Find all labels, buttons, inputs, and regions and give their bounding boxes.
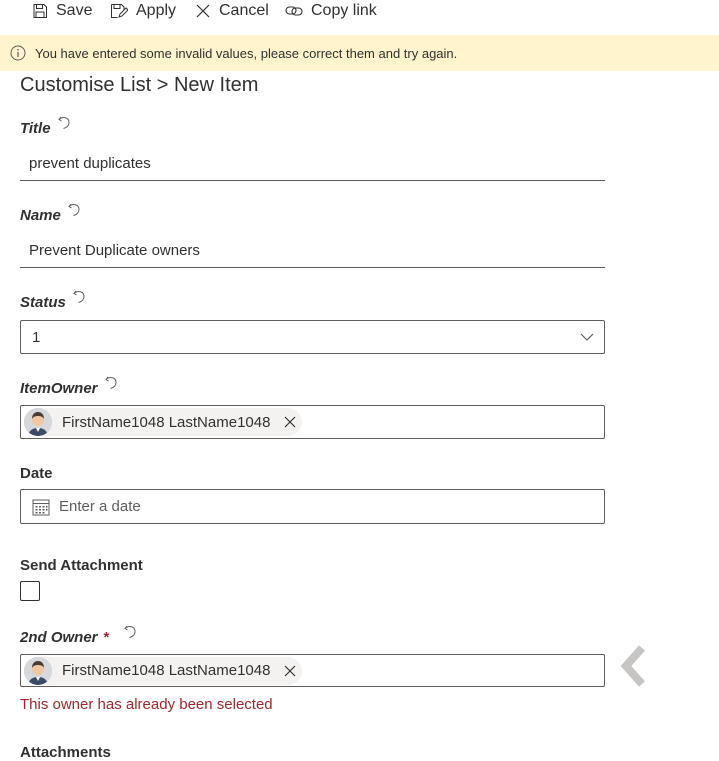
second-owner-name: FirstName1048 LastName1048 bbox=[62, 662, 271, 679]
save-icon bbox=[33, 4, 47, 18]
status-label-text: Status bbox=[20, 294, 66, 311]
undo-icon[interactable] bbox=[57, 114, 73, 132]
status-field-label: Status bbox=[20, 290, 88, 311]
attachments-label: Attachments bbox=[20, 744, 111, 761]
avatar bbox=[24, 408, 52, 436]
required-marker: * bbox=[103, 629, 110, 646]
validation-banner: You have entered some invalid values, pl… bbox=[0, 35, 719, 71]
remove-icon[interactable] bbox=[284, 416, 296, 428]
second-owner-persona: FirstName1048 LastName1048 bbox=[24, 656, 303, 685]
item-owner-label-text: ItemOwner bbox=[20, 380, 98, 397]
send-attachment-label-text: Send Attachment bbox=[20, 557, 143, 574]
date-input[interactable] bbox=[50, 497, 604, 516]
item-owner-field-label: ItemOwner bbox=[20, 376, 120, 397]
title-label-text: Title bbox=[20, 120, 51, 137]
undo-icon[interactable] bbox=[104, 374, 120, 392]
undo-icon[interactable] bbox=[72, 288, 88, 306]
apply-label: Apply bbox=[136, 2, 177, 19]
send-attachment-checkbox[interactable] bbox=[20, 581, 40, 601]
title-field-label: Title bbox=[20, 116, 73, 137]
remove-icon[interactable] bbox=[284, 665, 296, 677]
name-field[interactable]: Prevent Duplicate owners bbox=[20, 234, 605, 268]
status-value: 1 bbox=[32, 328, 41, 346]
date-field-label: Date bbox=[20, 465, 53, 482]
chevron-down-icon bbox=[580, 333, 594, 341]
apply-icon bbox=[111, 4, 128, 18]
date-picker[interactable] bbox=[20, 489, 605, 524]
title-field[interactable]: prevent duplicates bbox=[20, 147, 605, 181]
info-icon bbox=[10, 45, 26, 61]
chevron-left-icon[interactable] bbox=[620, 645, 652, 692]
undo-icon[interactable] bbox=[67, 201, 83, 219]
item-owner-picker[interactable]: FirstName1048 LastName1048 bbox=[20, 405, 605, 439]
second-owner-field-label: 2nd Owner * bbox=[20, 625, 139, 646]
avatar bbox=[24, 656, 52, 685]
breadcrumb: Customise List > New Item bbox=[20, 74, 259, 96]
second-owner-error: This owner has already been selected bbox=[20, 696, 273, 713]
item-owner-persona: FirstName1048 LastName1048 bbox=[24, 408, 303, 436]
undo-icon[interactable] bbox=[123, 623, 139, 641]
second-owner-picker[interactable]: FirstName1048 LastName1048 bbox=[20, 654, 605, 687]
calendar-icon bbox=[32, 498, 50, 516]
second-owner-label-text: 2nd Owner bbox=[20, 629, 98, 646]
copy-link-button[interactable]: Copy link bbox=[285, 0, 377, 22]
send-attachment-label: Send Attachment bbox=[20, 557, 143, 574]
copy-link-label: Copy link bbox=[311, 2, 377, 19]
cancel-button[interactable]: Cancel bbox=[195, 0, 269, 22]
apply-button[interactable]: Apply bbox=[110, 0, 176, 22]
status-dropdown[interactable]: 1 bbox=[20, 320, 605, 354]
banner-message: You have entered some invalid values, pl… bbox=[35, 45, 458, 61]
close-icon bbox=[196, 4, 210, 18]
name-field-label: Name bbox=[20, 203, 83, 224]
link-icon bbox=[285, 6, 303, 16]
date-label-text: Date bbox=[20, 465, 53, 482]
name-label-text: Name bbox=[20, 207, 61, 224]
cancel-label: Cancel bbox=[219, 2, 269, 19]
save-button[interactable]: Save bbox=[32, 0, 92, 22]
command-bar: Save Apply Cancel Copy link bbox=[0, 0, 719, 22]
item-owner-name: FirstName1048 LastName1048 bbox=[62, 413, 271, 431]
save-label: Save bbox=[56, 2, 93, 19]
